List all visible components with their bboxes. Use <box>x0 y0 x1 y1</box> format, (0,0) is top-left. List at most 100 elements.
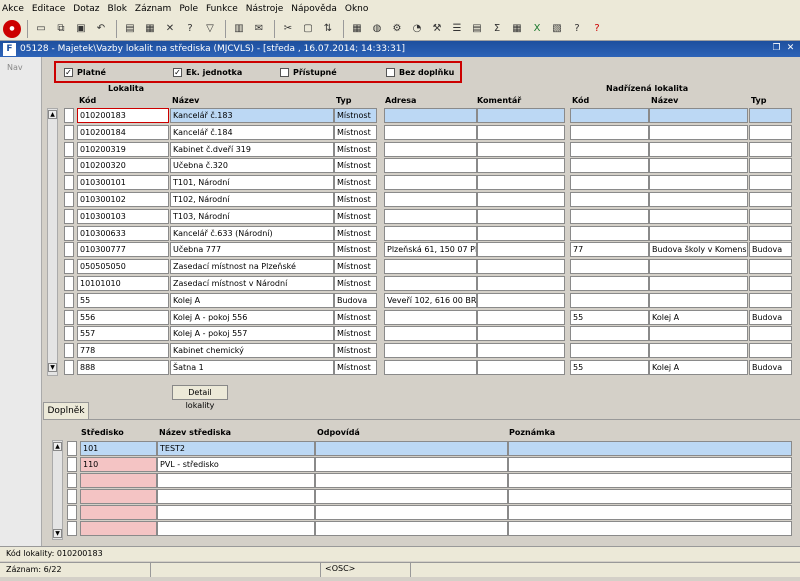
sub-cell-odpovida[interactable] <box>315 441 508 456</box>
cell-komentar[interactable] <box>477 124 565 140</box>
row-selector[interactable] <box>64 242 74 258</box>
cell-nnazev[interactable] <box>649 208 748 224</box>
cell-nnazev[interactable] <box>649 108 748 123</box>
row-selector[interactable] <box>64 158 74 174</box>
cell-nazev[interactable]: Kolej A - pokoj 556 <box>170 309 334 325</box>
cell-komentar[interactable] <box>477 242 565 258</box>
sub-cell-poznamka[interactable] <box>508 473 792 488</box>
cell-kod[interactable]: 010200320 <box>77 158 169 174</box>
cell-ntyp[interactable] <box>749 108 792 123</box>
cell-typ[interactable]: Místnost <box>334 208 377 224</box>
sub-cell-stredisko[interactable] <box>80 505 157 520</box>
cell-nkod[interactable] <box>570 175 649 191</box>
cell-komentar[interactable] <box>477 192 565 207</box>
grid-icon[interactable]: ▦ <box>348 20 366 38</box>
cell-komentar[interactable] <box>477 141 565 157</box>
cell-komentar[interactable] <box>477 276 565 291</box>
cell-nazev[interactable]: Kancelář č.183 <box>170 108 334 123</box>
cell-adresa[interactable] <box>384 309 477 325</box>
cell-nkod[interactable]: 55 <box>570 360 649 375</box>
sub-cell-stredisko[interactable]: 101 <box>80 441 157 456</box>
sub-cell-poznamka[interactable] <box>508 521 792 536</box>
sub-row-selector[interactable] <box>67 441 77 456</box>
cell-kod[interactable]: 010200183 <box>77 108 169 123</box>
sub-cell-odpovida[interactable] <box>315 473 508 488</box>
cell-ntyp[interactable] <box>749 158 792 174</box>
cell-nnazev[interactable] <box>649 192 748 207</box>
cell-ntyp[interactable]: Budova <box>749 309 792 325</box>
filter-icon[interactable]: ▽ <box>201 20 219 38</box>
cell-typ[interactable]: Místnost <box>334 259 377 275</box>
row-selector[interactable] <box>64 360 74 375</box>
cell-nkod[interactable] <box>570 158 649 174</box>
cell-kod[interactable]: 55 <box>77 292 169 308</box>
row-selector[interactable] <box>64 343 74 359</box>
sub-row-selector[interactable] <box>67 521 77 536</box>
cell-nkod[interactable] <box>570 326 649 342</box>
cell-kod[interactable]: 010300102 <box>77 192 169 207</box>
cell-kod[interactable]: 010200184 <box>77 124 169 140</box>
cell-nnazev[interactable] <box>649 326 748 342</box>
cell-nazev[interactable]: Kancelář č.633 (Národní) <box>170 225 334 241</box>
sub-cell-odpovida[interactable] <box>315 505 508 520</box>
cell-kod[interactable]: 010300103 <box>77 208 169 224</box>
cell-komentar[interactable] <box>477 175 565 191</box>
sub-cell-odpovida[interactable] <box>315 521 508 536</box>
cell-nkod[interactable] <box>570 276 649 291</box>
cell-kod[interactable]: 888 <box>77 360 169 375</box>
sum-icon[interactable]: Σ <box>488 20 506 38</box>
cell-komentar[interactable] <box>477 343 565 359</box>
cell-ntyp[interactable] <box>749 192 792 207</box>
cell-typ[interactable]: Místnost <box>334 225 377 241</box>
cell-nnazev[interactable] <box>649 343 748 359</box>
cell-adresa[interactable] <box>384 124 477 140</box>
cell-nkod[interactable]: 77 <box>570 242 649 258</box>
close-icon[interactable]: ✕ <box>785 43 796 54</box>
cell-kod[interactable]: 10101010 <box>77 276 169 291</box>
cell-nazev[interactable]: Kancelář č.184 <box>170 124 334 140</box>
row-selector[interactable] <box>64 326 74 342</box>
cell-ntyp[interactable] <box>749 326 792 342</box>
cell-adresa[interactable] <box>384 225 477 241</box>
sub-row-selector[interactable] <box>67 489 77 504</box>
cell-nnazev[interactable] <box>649 292 748 308</box>
cell-typ[interactable]: Místnost <box>334 124 377 140</box>
cell-nnazev[interactable] <box>649 175 748 191</box>
cell-typ[interactable]: Místnost <box>334 242 377 258</box>
cell-typ[interactable]: Místnost <box>334 326 377 342</box>
query-icon[interactable]: ? <box>181 20 199 38</box>
cell-nkod[interactable] <box>570 108 649 123</box>
cell-adresa[interactable] <box>384 208 477 224</box>
list-icon[interactable]: ☰ <box>448 20 466 38</box>
help-icon[interactable]: ◔ <box>408 20 426 38</box>
context-help-icon[interactable]: ? <box>588 20 606 38</box>
cell-nkod[interactable] <box>570 343 649 359</box>
cell-adresa[interactable] <box>384 259 477 275</box>
cell-nazev[interactable]: Učebna č.320 <box>170 158 334 174</box>
cell-nnazev[interactable] <box>649 225 748 241</box>
cell-ntyp[interactable] <box>749 175 792 191</box>
cell-ntyp[interactable]: Budova <box>749 242 792 258</box>
sub-cell-stredisko[interactable] <box>80 521 157 536</box>
cell-ntyp[interactable] <box>749 208 792 224</box>
row-selector[interactable] <box>64 175 74 191</box>
filter-checkbox[interactable]: ✓ Ek. jednotka <box>173 68 242 77</box>
subgrid-scrollbar[interactable] <box>52 440 63 540</box>
checkbox-icon[interactable] <box>386 68 395 77</box>
menu-item[interactable]: Editace <box>32 4 65 14</box>
detail-lokality-button[interactable]: Detail lokality <box>172 385 228 410</box>
cell-kod[interactable]: 010300101 <box>77 175 169 191</box>
sub-cell-poznamka[interactable] <box>508 489 792 504</box>
sub-cell-nazev[interactable] <box>157 505 315 520</box>
cell-nazev[interactable]: Kolej A - pokoj 557 <box>170 326 334 342</box>
cell-kod[interactable]: 010200319 <box>77 141 169 157</box>
cell-nnazev[interactable] <box>649 276 748 291</box>
filter-checkbox[interactable]: Přístupné <box>280 68 337 77</box>
insert-icon[interactable]: ▦ <box>141 20 159 38</box>
info-icon[interactable]: ▧ <box>548 20 566 38</box>
cell-nazev[interactable]: Kabinet č.dveří 319 <box>170 141 334 157</box>
sub-row-selector[interactable] <box>67 457 77 472</box>
cell-nkod[interactable] <box>570 259 649 275</box>
sub-scroll-up-icon[interactable]: ▲ <box>53 442 62 451</box>
cell-nnazev[interactable] <box>649 259 748 275</box>
